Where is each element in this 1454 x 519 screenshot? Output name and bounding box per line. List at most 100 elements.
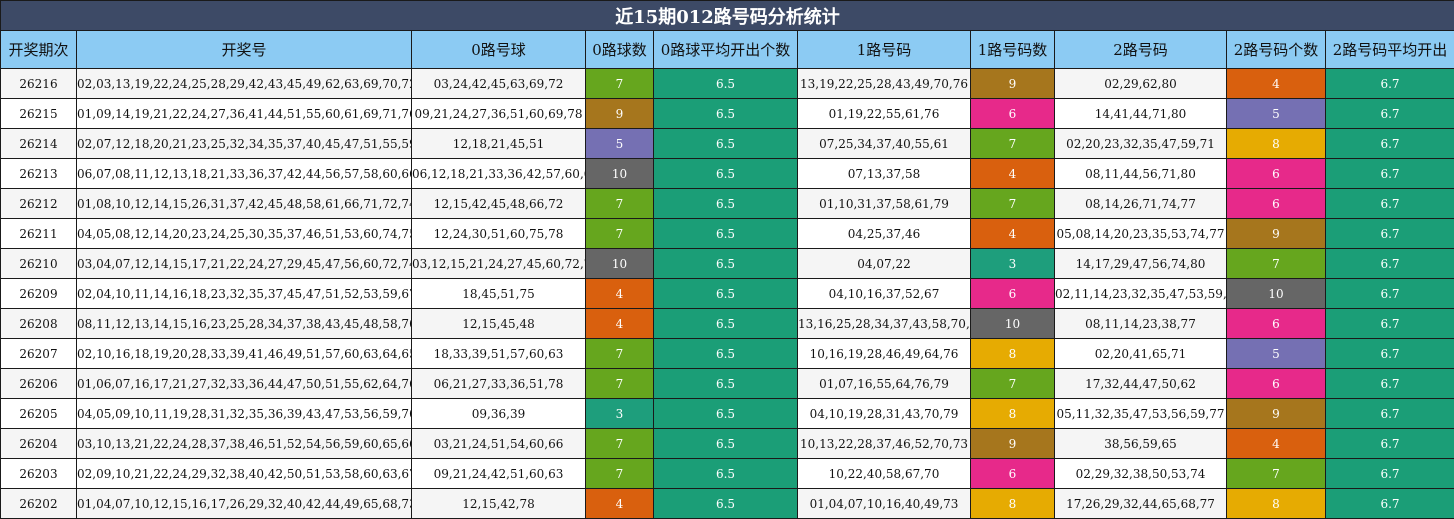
table-row: 2621402,07,12,18,20,21,23,25,32,34,35,37… xyxy=(1,129,1454,159)
period-cell: 26202 xyxy=(1,489,77,519)
route1-count-cell: 6 xyxy=(971,99,1055,129)
route2-numbers-cell: 02,29,32,38,50,53,74 xyxy=(1055,459,1227,489)
route1-numbers-cell: 10,16,19,28,46,49,64,76 xyxy=(798,339,971,369)
draw-numbers-cell: 06,07,08,11,12,13,18,21,33,36,37,42,44,5… xyxy=(77,159,412,189)
route2-average-cell: 6.7 xyxy=(1326,159,1454,189)
route0-average-cell: 6.5 xyxy=(654,219,798,249)
route0-count-cell: 10 xyxy=(586,249,654,279)
route2-numbers-cell: 08,14,26,71,74,77 xyxy=(1055,189,1227,219)
route2-average-cell: 6.7 xyxy=(1326,399,1454,429)
route2-average-cell: 6.7 xyxy=(1326,369,1454,399)
route2-count-cell: 4 xyxy=(1227,429,1326,459)
draw-numbers-cell: 03,10,13,21,22,24,28,37,38,46,51,52,54,5… xyxy=(77,429,412,459)
header-period: 开奖期次 xyxy=(1,31,77,69)
table-row: 2620201,04,07,10,12,15,16,17,26,29,32,40… xyxy=(1,489,1454,519)
period-cell: 26215 xyxy=(1,99,77,129)
route0-count-cell: 10 xyxy=(586,159,654,189)
route1-count-cell: 3 xyxy=(971,249,1055,279)
route0-average-cell: 6.5 xyxy=(654,69,798,99)
header-route0-average: 0路球平均开出个数 xyxy=(654,31,798,69)
table-row: 2620702,10,16,18,19,20,28,33,39,41,46,49… xyxy=(1,339,1454,369)
route1-numbers-cell: 01,10,31,37,58,61,79 xyxy=(798,189,971,219)
header-route0-count: 0路球数 xyxy=(586,31,654,69)
route1-numbers-cell: 10,13,22,28,37,46,52,70,73 xyxy=(798,429,971,459)
route2-count-cell: 6 xyxy=(1227,189,1326,219)
table-row: 2621201,08,10,12,14,15,26,31,37,42,45,48… xyxy=(1,189,1454,219)
route0-average-cell: 6.5 xyxy=(654,99,798,129)
route0-numbers-cell: 03,21,24,51,54,60,66 xyxy=(412,429,586,459)
route1-count-cell: 9 xyxy=(971,69,1055,99)
route2-numbers-cell: 17,32,44,47,50,62 xyxy=(1055,369,1227,399)
header-draw-numbers: 开奖号 xyxy=(77,31,412,69)
table-row: 2621501,09,14,19,21,22,24,27,36,41,44,51… xyxy=(1,99,1454,129)
table-row: 2620302,09,10,21,22,24,29,32,38,40,42,50… xyxy=(1,459,1454,489)
draw-numbers-cell: 04,05,09,10,11,19,28,31,32,35,36,39,43,4… xyxy=(77,399,412,429)
route0-numbers-cell: 03,24,42,45,63,69,72 xyxy=(412,69,586,99)
route0-count-cell: 7 xyxy=(586,339,654,369)
route0-numbers-cell: 09,36,39 xyxy=(412,399,586,429)
route2-count-cell: 9 xyxy=(1227,399,1326,429)
route1-numbers-cell: 10,22,40,58,67,70 xyxy=(798,459,971,489)
period-cell: 26205 xyxy=(1,399,77,429)
header-row: 开奖期次 开奖号 0路号球 0路球数 0路球平均开出个数 1路号码 1路号码数 … xyxy=(1,31,1454,69)
route1-count-cell: 8 xyxy=(971,399,1055,429)
route0-count-cell: 9 xyxy=(586,99,654,129)
route0-numbers-cell: 18,45,51,75 xyxy=(412,279,586,309)
route2-count-cell: 7 xyxy=(1227,249,1326,279)
route2-numbers-cell: 02,20,23,32,35,47,59,71 xyxy=(1055,129,1227,159)
route0-count-cell: 4 xyxy=(586,279,654,309)
route0-average-cell: 6.5 xyxy=(654,249,798,279)
period-cell: 26204 xyxy=(1,429,77,459)
route1-count-cell: 7 xyxy=(971,129,1055,159)
period-cell: 26206 xyxy=(1,369,77,399)
table-row: 2621003,04,07,12,14,15,17,21,22,24,27,29… xyxy=(1,249,1454,279)
route2-average-cell: 6.7 xyxy=(1326,309,1454,339)
route0-count-cell: 7 xyxy=(586,459,654,489)
route0-average-cell: 6.5 xyxy=(654,189,798,219)
route1-count-cell: 7 xyxy=(971,369,1055,399)
table-row: 2620403,10,13,21,22,24,28,37,38,46,51,52… xyxy=(1,429,1454,459)
route2-average-cell: 6.7 xyxy=(1326,279,1454,309)
route2-count-cell: 10 xyxy=(1227,279,1326,309)
draw-numbers-cell: 02,09,10,21,22,24,29,32,38,40,42,50,51,5… xyxy=(77,459,412,489)
table-row: 2621104,05,08,12,14,20,23,24,25,30,35,37… xyxy=(1,219,1454,249)
table-row: 2620902,04,10,11,14,16,18,23,32,35,37,45… xyxy=(1,279,1454,309)
table-row: 2621306,07,08,11,12,13,18,21,33,36,37,42… xyxy=(1,159,1454,189)
draw-numbers-cell: 02,04,10,11,14,16,18,23,32,35,37,45,47,5… xyxy=(77,279,412,309)
route1-count-cell: 10 xyxy=(971,309,1055,339)
route2-count-cell: 6 xyxy=(1227,369,1326,399)
route2-average-cell: 6.7 xyxy=(1326,69,1454,99)
period-cell: 26207 xyxy=(1,339,77,369)
route0-average-cell: 6.5 xyxy=(654,339,798,369)
route0-numbers-cell: 12,15,42,45,48,66,72 xyxy=(412,189,586,219)
route2-average-cell: 6.7 xyxy=(1326,129,1454,159)
route2-average-cell: 6.7 xyxy=(1326,339,1454,369)
route0-average-cell: 6.5 xyxy=(654,489,798,519)
period-cell: 26212 xyxy=(1,189,77,219)
route0-count-cell: 7 xyxy=(586,189,654,219)
route2-average-cell: 6.7 xyxy=(1326,459,1454,489)
route2-numbers-cell: 14,41,44,71,80 xyxy=(1055,99,1227,129)
table-title: 近15期012路号码分析统计 xyxy=(1,1,1454,31)
route2-average-cell: 6.7 xyxy=(1326,219,1454,249)
header-route1-count: 1路号码数 xyxy=(971,31,1055,69)
route2-numbers-cell: 02,20,41,65,71 xyxy=(1055,339,1227,369)
route2-numbers-cell: 08,11,44,56,71,80 xyxy=(1055,159,1227,189)
period-cell: 26213 xyxy=(1,159,77,189)
draw-numbers-cell: 08,11,12,13,14,15,16,23,25,28,34,37,38,4… xyxy=(77,309,412,339)
route2-numbers-cell: 05,11,32,35,47,53,56,59,77 xyxy=(1055,399,1227,429)
route2-count-cell: 9 xyxy=(1227,219,1326,249)
route2-count-cell: 6 xyxy=(1227,309,1326,339)
route2-average-cell: 6.7 xyxy=(1326,489,1454,519)
route1-count-cell: 7 xyxy=(971,189,1055,219)
route0-count-cell: 7 xyxy=(586,69,654,99)
route1-numbers-cell: 04,10,16,37,52,67 xyxy=(798,279,971,309)
route1-count-cell: 4 xyxy=(971,219,1055,249)
route0-average-cell: 6.5 xyxy=(654,129,798,159)
route1-count-cell: 4 xyxy=(971,159,1055,189)
period-cell: 26209 xyxy=(1,279,77,309)
route2-count-cell: 4 xyxy=(1227,69,1326,99)
draw-numbers-cell: 01,09,14,19,21,22,24,27,36,41,44,51,55,6… xyxy=(77,99,412,129)
route0-average-cell: 6.5 xyxy=(654,459,798,489)
header-route0-numbers: 0路号球 xyxy=(412,31,586,69)
